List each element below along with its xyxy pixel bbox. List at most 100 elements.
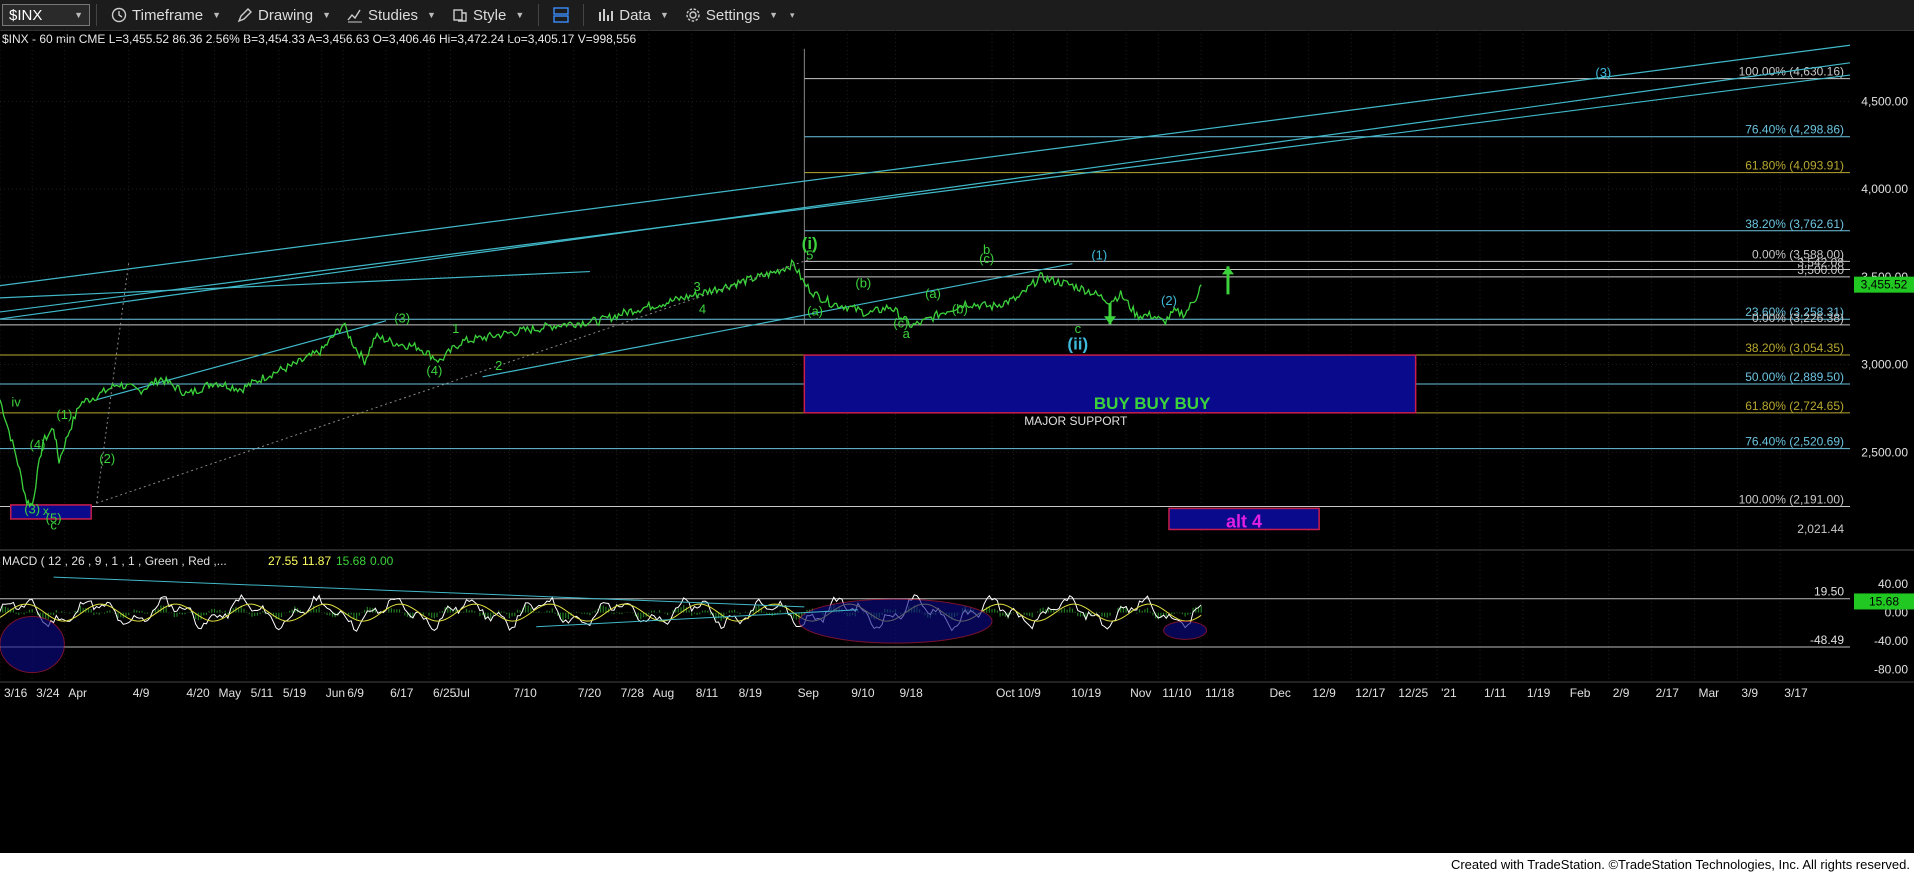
trend-line: [96, 320, 387, 401]
wave-label: (1): [1091, 247, 1107, 262]
layout-button[interactable]: [545, 7, 577, 23]
wave-label: (ii): [1067, 335, 1088, 354]
settings-menu[interactable]: Settings ▼: [677, 7, 786, 24]
more-icon[interactable]: ▾: [790, 10, 795, 21]
up-arrowhead-icon: [1221, 266, 1234, 275]
x-tick-label: Jul: [454, 686, 469, 700]
wave-label: (3): [24, 502, 40, 517]
wave-label: (b): [855, 275, 871, 290]
fib-label: 100.00% (2,191.00): [1739, 492, 1844, 506]
x-tick-label: Jun: [326, 686, 345, 700]
x-tick-label: Dec: [1270, 686, 1291, 700]
symbol-selector[interactable]: $INX ▼: [2, 4, 90, 26]
drawing-label: Drawing: [258, 6, 314, 24]
wave-label: (2): [1161, 293, 1177, 308]
macd-highlight: [0, 616, 65, 674]
x-tick-label: Sep: [798, 686, 820, 700]
wave-label: (3): [1595, 65, 1611, 80]
toolbar: $INX ▼ Timeframe ▼ Drawing ▼ Studies ▼ S…: [0, 0, 1914, 31]
fib-label: 0.00% (3,226.38): [1752, 311, 1844, 325]
x-tick-label: 3/24: [36, 686, 60, 700]
studies-label: Studies: [368, 6, 419, 24]
buy-label: BUY BUY BUY: [1094, 394, 1211, 413]
wave-label: iv: [11, 395, 21, 410]
fib-levels: 100.00% (4,630.16)76.40% (4,298.86)61.80…: [0, 48, 1850, 507]
x-tick-label: 12/25: [1398, 686, 1428, 700]
x-tick-label: 6/25: [433, 686, 457, 700]
fib-label: 38.20% (3,054.35): [1745, 341, 1844, 355]
off-scale-label: 2,021.44: [1797, 522, 1844, 536]
fib-label: 50.00% (2,889.50): [1745, 370, 1844, 384]
drawing-menu[interactable]: Drawing ▼: [229, 7, 339, 24]
settings-label: Settings: [705, 6, 761, 24]
wave-label: (a): [925, 286, 941, 301]
macd-value: 27.55: [268, 554, 298, 568]
wave-label: (4): [30, 437, 46, 452]
macd-highlight: [798, 598, 993, 644]
style-icon: [453, 9, 467, 22]
studies-icon: [347, 9, 362, 23]
x-tick-label: 2/17: [1656, 686, 1680, 700]
wave-label: (2): [99, 451, 115, 466]
macd-y-tick: -80.00: [1874, 662, 1908, 676]
wave-label: (a): [807, 303, 823, 318]
wave-label: 4: [699, 302, 706, 317]
wave-label: c: [50, 517, 57, 532]
macd-value: 11.87: [302, 554, 331, 568]
timeframe-label: Timeframe: [132, 6, 204, 24]
x-tick-label: Feb: [1570, 686, 1591, 700]
symbol-text: $INX: [9, 6, 43, 24]
x-tick-label: 7/20: [578, 686, 602, 700]
wave-label: 2: [495, 358, 502, 373]
x-tick-label: 5/19: [283, 686, 307, 700]
x-tick-label: 6/17: [390, 686, 414, 700]
macd-title: MACD ( 12 , 26 , 9 , 1 , 1 , Green , Red…: [2, 554, 227, 568]
fib-label: 61.80% (2,724.65): [1745, 399, 1844, 413]
fib-label: 61.80% (4,093.91): [1745, 159, 1844, 173]
last-price-label: 3,455.52: [1861, 278, 1908, 292]
x-tick-label: 9/18: [900, 686, 924, 700]
x-tick-label: 4/9: [133, 686, 150, 700]
macd-highlight: [1163, 620, 1208, 640]
data-menu[interactable]: Data ▼: [590, 7, 677, 24]
x-tick-label: 12/17: [1355, 686, 1385, 700]
down-arrowhead-icon: [1104, 316, 1116, 325]
wave-label: (1): [56, 407, 72, 422]
wave-label: (4): [426, 363, 442, 378]
chevron-down-icon: ▼: [212, 10, 222, 20]
macd-y-tick: 40.00: [1878, 577, 1908, 591]
y-tick-label: 4,000.00: [1861, 182, 1908, 196]
style-menu[interactable]: Style ▼: [444, 7, 532, 24]
x-tick-label: Nov: [1130, 686, 1151, 700]
toolbar-divider: [538, 4, 540, 26]
x-tick-label: 12/9: [1312, 686, 1336, 700]
clock-icon: [111, 7, 127, 23]
layout-icon: [553, 7, 569, 23]
studies-menu[interactable]: Studies ▼: [339, 7, 444, 24]
toolbar-divider: [583, 4, 585, 26]
alt-label: alt 4: [1226, 511, 1262, 531]
wave-label: (c): [893, 316, 908, 331]
wave-label: (b): [952, 302, 968, 317]
x-tick-label: Apr: [68, 686, 87, 700]
data-label: Data: [619, 6, 651, 24]
x-tick-label: 3/9: [1741, 686, 1758, 700]
style-label: Style: [472, 6, 507, 24]
x-tick-label: 7/28: [621, 686, 645, 700]
fib-label: 38.20% (3,762.61): [1745, 217, 1844, 231]
x-tick-label: 10/9: [1017, 686, 1041, 700]
x-tick-label: 3/16: [4, 686, 28, 700]
x-tick-label: Aug: [653, 686, 674, 700]
timeframe-menu[interactable]: Timeframe ▼: [103, 7, 229, 24]
macd-last-label: 15.68: [1869, 594, 1899, 608]
wave-label: 1: [452, 321, 459, 336]
macd-panel: MACD ( 12 , 26 , 9 , 1 , 1 , Green , Red…: [0, 549, 1914, 676]
chart-area[interactable]: 100.00% (4,630.16)76.40% (4,298.86)61.80…: [0, 30, 1914, 852]
pencil-icon: [237, 8, 253, 23]
x-tick-label: Oct: [996, 686, 1015, 700]
wave-label: c: [1075, 321, 1082, 336]
macd-value: 0.00: [370, 554, 394, 568]
chevron-down-icon: ▼: [322, 10, 331, 20]
chevron-down-icon: ▼: [427, 10, 436, 20]
x-tick-label: 6/9: [347, 686, 364, 700]
